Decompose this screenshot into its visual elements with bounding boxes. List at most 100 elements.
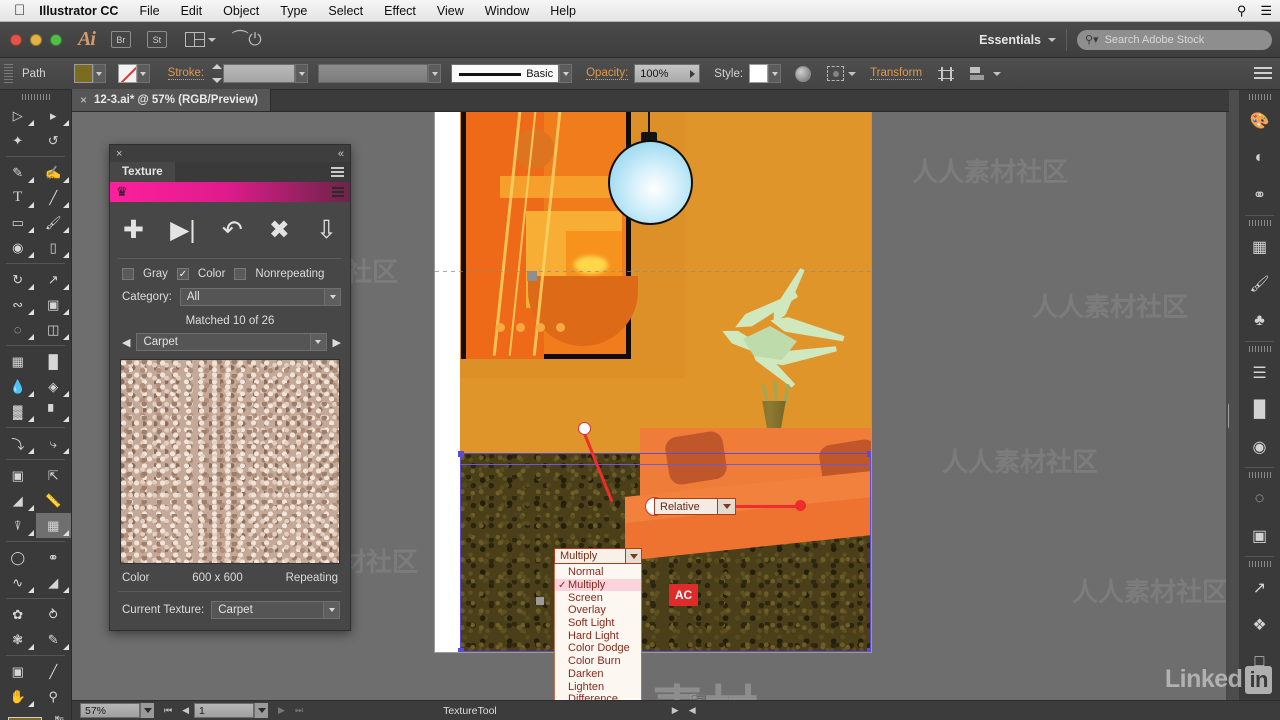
scale-tool[interactable]: ↗	[36, 267, 72, 292]
dock-scroll-track[interactable]	[1229, 90, 1239, 720]
stroke-color-swatch[interactable]	[117, 64, 137, 83]
search-input[interactable]: Search Adobe Stock	[1105, 34, 1205, 46]
menu-object[interactable]: Object	[223, 4, 259, 18]
chevron-down-icon[interactable]	[1048, 37, 1056, 42]
arrange-documents-icon[interactable]	[184, 32, 216, 47]
apple-icon[interactable]: 	[14, 3, 25, 18]
slice-tool[interactable]: ⤷	[36, 431, 72, 456]
magic-wand-tool[interactable]: ✦	[0, 128, 36, 153]
graphic-styles-icon[interactable]: ▣	[1239, 517, 1280, 554]
menu-window[interactable]: Window	[485, 4, 529, 18]
zoom-tool[interactable]: ⚲	[36, 684, 72, 709]
texture-panel[interactable]: × « Texture ♛ ✚ ▶| ↶ ✖ ⇩ Gray ✓ Color No…	[109, 144, 351, 631]
free-transform-tool[interactable]: ▣	[36, 292, 72, 317]
align-icon[interactable]	[938, 66, 955, 81]
direct-selection-tool[interactable]: ▸	[36, 103, 72, 128]
artboard[interactable]: AC	[435, 112, 871, 652]
line-segment-tool[interactable]: ╱	[36, 185, 72, 210]
artboard-dropdown[interactable]	[254, 703, 269, 718]
links-panel-icon[interactable]: ↗	[1239, 569, 1280, 606]
blend-mode-option[interactable]: Normal	[555, 566, 641, 579]
close-window-button[interactable]	[10, 33, 22, 46]
save-texture-icon[interactable]: ⇩	[316, 217, 337, 243]
dock-gripper[interactable]	[1248, 346, 1271, 352]
apply-texture-icon[interactable]: ▶|	[170, 217, 196, 243]
texture-name-select[interactable]: Carpet	[136, 333, 327, 351]
transparency-panel-icon[interactable]: ◉	[1239, 428, 1280, 465]
chevron-down-icon[interactable]	[625, 549, 641, 563]
search-icon[interactable]: ⚲	[1237, 3, 1247, 19]
delete-texture-icon[interactable]: ✖	[269, 217, 290, 243]
stroke-weight-field[interactable]	[223, 64, 296, 83]
chevron-down-icon[interactable]	[324, 289, 340, 305]
previous-texture-icon[interactable]: ◀	[122, 336, 130, 349]
transform-link[interactable]: Transform	[870, 67, 923, 80]
blend-mode-option[interactable]: Color Dodge	[555, 642, 641, 655]
close-icon[interactable]: ×	[116, 148, 122, 160]
collapse-panel-icon[interactable]: «	[338, 148, 344, 160]
live-paint-bucket-tool[interactable]: ⍒	[0, 513, 36, 538]
panel-menu-icon[interactable]	[1254, 66, 1272, 81]
chevron-down-icon[interactable]	[323, 602, 339, 618]
current-texture-select[interactable]: Carpet	[211, 601, 340, 619]
dock-gripper[interactable]	[1248, 472, 1271, 478]
minimize-window-button[interactable]	[30, 33, 42, 46]
control-bar-gripper[interactable]	[4, 63, 13, 84]
color-guide-icon[interactable]: ◐	[1239, 139, 1280, 176]
stroke-profile-field[interactable]	[318, 64, 429, 83]
eyedropper-tool[interactable]: 💧	[0, 374, 36, 399]
opacity-mask-icon[interactable]	[795, 65, 812, 82]
close-icon[interactable]: ×	[80, 93, 87, 107]
knife-tool[interactable]: ╱	[36, 659, 72, 684]
gradient-length-handle[interactable]	[795, 500, 806, 511]
opacity-slider-arrow[interactable]	[690, 69, 696, 78]
pencil-tool[interactable]: ✎	[36, 627, 72, 652]
brand-menu-icon[interactable]	[332, 187, 344, 197]
twirl-tool[interactable]: ⥁	[36, 602, 72, 627]
select-similar-icon[interactable]	[827, 66, 845, 81]
opacity-field[interactable]: 100%	[634, 64, 701, 83]
last-artboard-icon[interactable]: ⏭	[295, 705, 303, 716]
free-transform-box-tool[interactable]: ▣	[0, 463, 36, 488]
next-artboard-icon[interactable]: ▶	[278, 705, 285, 716]
stroke-weight-stepper[interactable]	[212, 64, 223, 83]
gradient-tool[interactable]: █	[36, 349, 72, 374]
zoom-level-field[interactable]: 57%	[80, 703, 140, 718]
puppet-warp-tool[interactable]: ⇱	[36, 463, 72, 488]
control-center-icon[interactable]: ☰	[1260, 3, 1272, 19]
blend-mode-option[interactable]: Lighten	[555, 680, 641, 693]
artboard-tool[interactable]: ⤵	[0, 431, 36, 456]
rectangle-tool[interactable]: ▭	[0, 210, 36, 235]
curve-tool[interactable]: ∿	[0, 570, 36, 595]
tools-panel-gripper[interactable]	[21, 94, 50, 100]
graphic-style-dropdown[interactable]	[768, 64, 782, 83]
arrange-objects-icon[interactable]	[970, 66, 987, 81]
fill-color-swatch[interactable]	[73, 64, 93, 83]
width-tool[interactable]: ∾	[0, 292, 36, 317]
screen-mode-icon[interactable]: ⏜⏻	[232, 30, 262, 50]
appearance-panel-icon[interactable]: ◌	[1239, 480, 1280, 517]
chevron-down-icon[interactable]	[993, 71, 1002, 76]
stock-button[interactable]: St	[146, 31, 167, 48]
next-texture-icon[interactable]: ▶	[333, 336, 341, 349]
menu-view[interactable]: View	[437, 4, 464, 18]
blend-mode-option[interactable]: Darken	[555, 668, 641, 681]
dock-gripper[interactable]	[1248, 220, 1271, 226]
layers-panel-icon[interactable]: ❖	[1239, 606, 1280, 643]
menu-help[interactable]: Help	[550, 4, 576, 18]
texture-panel-tab[interactable]: Texture	[110, 162, 175, 182]
artboard-number-field[interactable]: 1	[194, 703, 255, 718]
graphic-style-swatch[interactable]	[749, 64, 769, 83]
brush-definition-field[interactable]: Basic	[451, 64, 560, 83]
brush-definition-dropdown[interactable]	[559, 64, 573, 83]
relative-dropdown[interactable]: Relative	[654, 498, 736, 515]
symbols-panel-icon[interactable]: ♣	[1239, 302, 1280, 339]
menu-select[interactable]: Select	[328, 4, 363, 18]
expand-status-icon[interactable]: ▶	[672, 705, 679, 716]
lasso-tool[interactable]: ↺	[36, 128, 72, 153]
blend-mode-field[interactable]: Multiply	[554, 548, 642, 564]
zoom-dropdown[interactable]	[140, 703, 154, 718]
maximize-window-button[interactable]	[50, 33, 62, 46]
blob-brush-tool[interactable]: ❃	[0, 627, 36, 652]
blend-mode-option[interactable]: Hard Light	[555, 629, 641, 642]
